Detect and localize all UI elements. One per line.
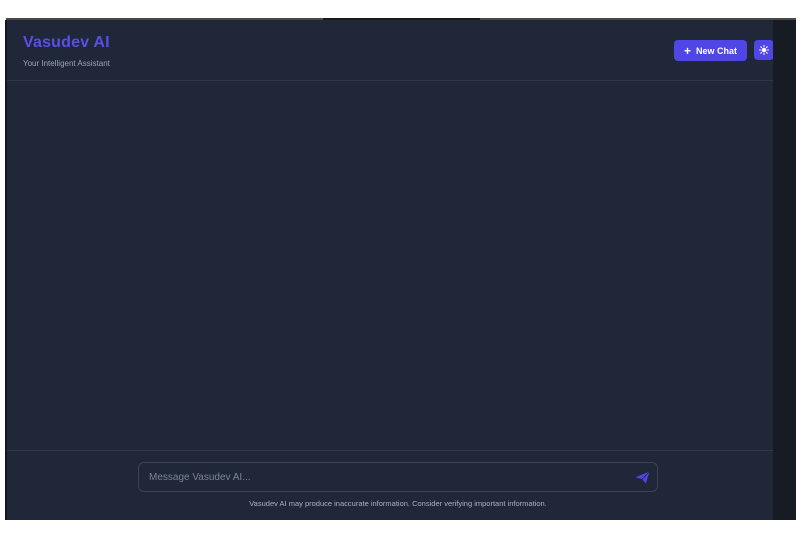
app-title: Vasudev AI: [23, 34, 110, 51]
paper-plane-icon: [635, 470, 650, 483]
send-button[interactable]: [633, 469, 651, 485]
messages-area[interactable]: [7, 81, 775, 450]
composer-footer: Vasudev AI may produce inaccurate inform…: [7, 450, 775, 520]
window-right-edge: [773, 20, 796, 520]
new-chat-label: New Chat: [696, 45, 738, 56]
app-subtitle: Your Intelligent Assistant: [23, 59, 110, 68]
message-input[interactable]: [149, 467, 619, 487]
sun-icon: [759, 45, 769, 55]
chat-app-window: Vasudev AI Your Intelligent Assistant + …: [5, 20, 796, 520]
theme-toggle-button[interactable]: [754, 40, 774, 60]
plus-icon: +: [683, 43, 691, 58]
disclaimer-text: Vasudev AI may produce inaccurate inform…: [249, 499, 547, 508]
app-header: Vasudev AI Your Intelligent Assistant + …: [7, 20, 775, 81]
new-chat-button[interactable]: + New Chat: [674, 40, 747, 61]
message-composer: [138, 462, 658, 492]
